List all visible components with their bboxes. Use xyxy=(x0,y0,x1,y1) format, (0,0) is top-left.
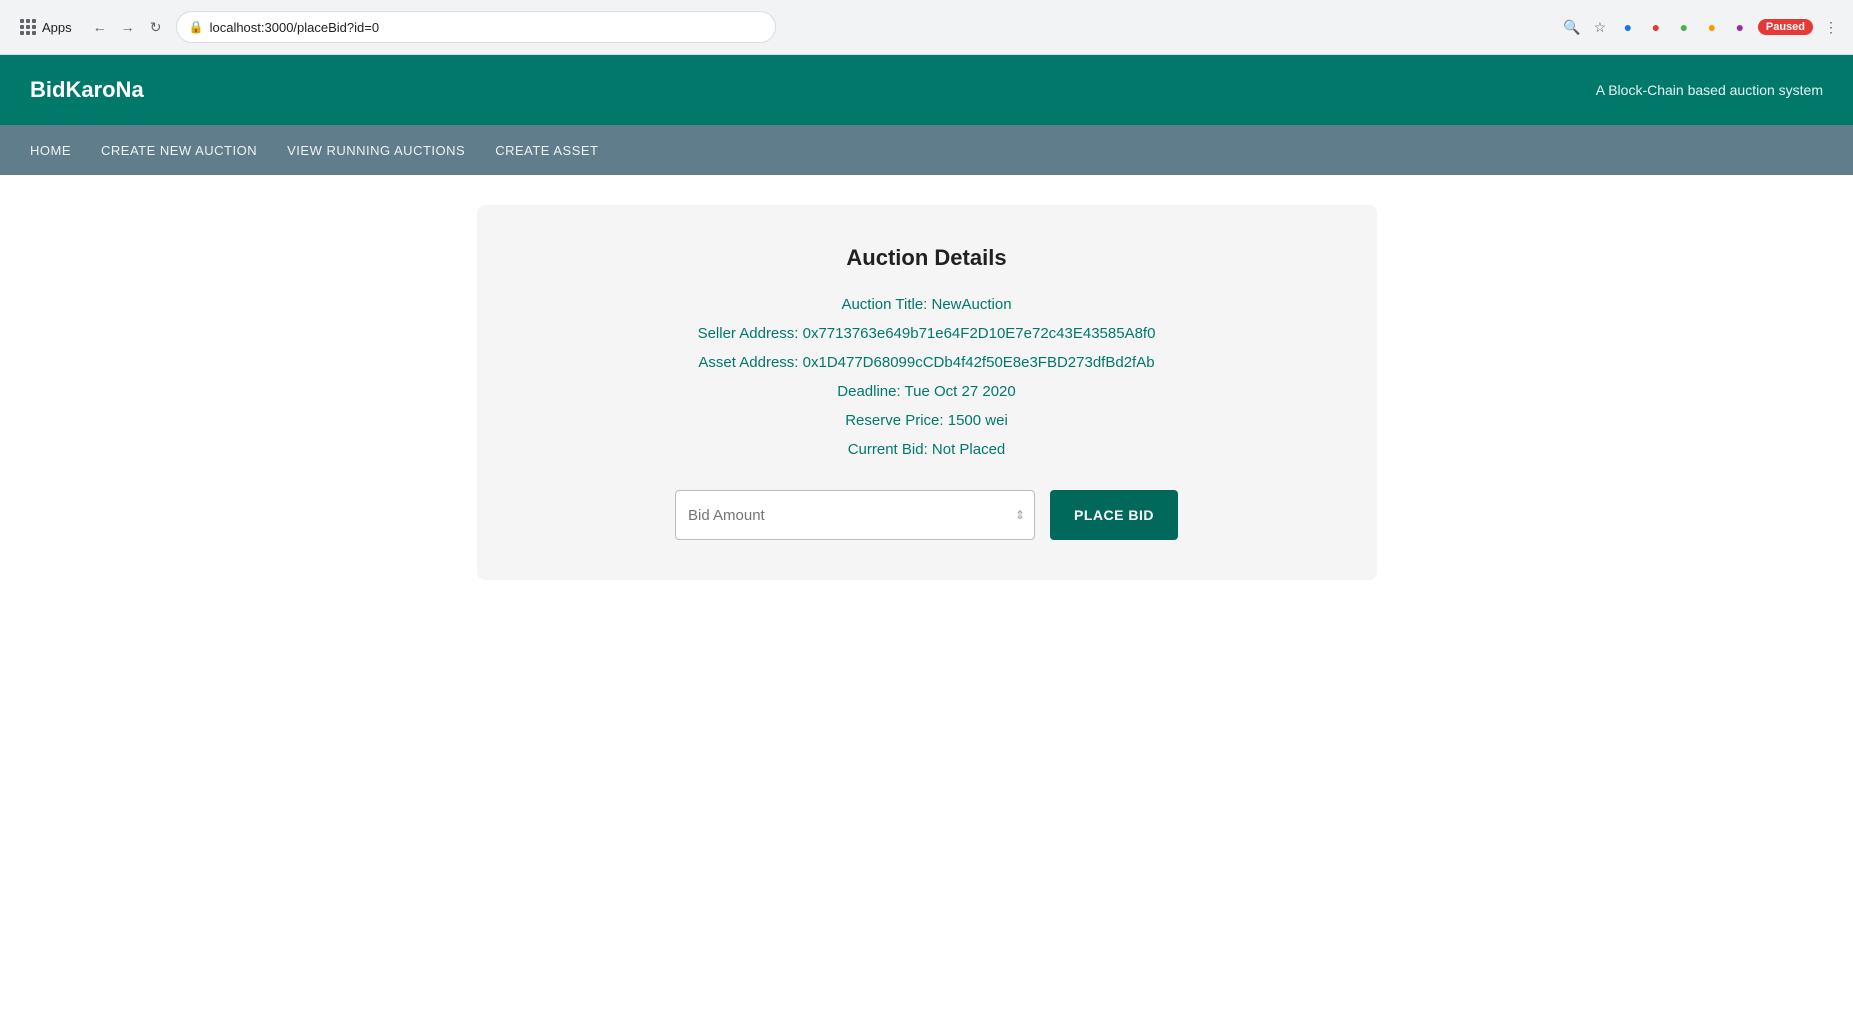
browser-actions: 🔍 ☆ ● ● ● ● ● Paused ⋮ xyxy=(1562,17,1841,37)
asset-address-row: Asset Address: 0x1D477D68099cCDb4f42f50E… xyxy=(698,354,1154,371)
reload-icon[interactable]: ↻ xyxy=(146,17,166,37)
bid-amount-input[interactable] xyxy=(675,490,1035,540)
back-icon[interactable]: ← xyxy=(90,17,110,37)
browser-chrome: Apps ← → ↻ 🔒 localhost:3000/placeBid?id=… xyxy=(0,0,1853,55)
app-title: BidKaroNa xyxy=(30,77,144,103)
lock-icon: 🔒 xyxy=(189,20,204,34)
nav-create-asset[interactable]: CREATE ASSET xyxy=(495,143,598,158)
auction-title-row: Auction Title: NewAuction xyxy=(841,296,1011,313)
place-bid-button[interactable]: PLACE BID xyxy=(1050,490,1178,540)
auction-card: Auction Details Auction Title: NewAuctio… xyxy=(477,205,1377,580)
star-icon[interactable]: ☆ xyxy=(1590,17,1610,37)
reserve-price-row: Reserve Price: 1500 wei xyxy=(845,412,1008,429)
current-bid-row: Current Bid: Not Placed xyxy=(848,441,1006,458)
browser-nav: ← → ↻ xyxy=(90,17,166,37)
app-subtitle: A Block-Chain based auction system xyxy=(1596,82,1823,98)
auction-details-title: Auction Details xyxy=(846,245,1006,271)
extension-icon-2[interactable]: ● xyxy=(1646,17,1666,37)
main-content: Auction Details Auction Title: NewAuctio… xyxy=(0,175,1853,610)
url-text: localhost:3000/placeBid?id=0 xyxy=(210,20,380,35)
nav-home[interactable]: HOME xyxy=(30,143,71,158)
address-bar[interactable]: 🔒 localhost:3000/placeBid?id=0 xyxy=(176,11,776,43)
search-icon[interactable]: 🔍 xyxy=(1562,17,1582,37)
apps-grid-icon xyxy=(20,19,36,35)
app-header: BidKaroNa A Block-Chain based auction sy… xyxy=(0,55,1853,125)
bid-form: PLACE BID xyxy=(675,490,1178,540)
nav-view-auctions[interactable]: VIEW RUNNING AUCTIONS xyxy=(287,143,465,158)
app-nav: HOME CREATE NEW AUCTION VIEW RUNNING AUC… xyxy=(0,125,1853,175)
apps-section[interactable]: Apps xyxy=(12,19,80,35)
extension-icon-3[interactable]: ● xyxy=(1674,17,1694,37)
nav-create-auction[interactable]: CREATE NEW AUCTION xyxy=(101,143,257,158)
extension-icon-4[interactable]: ● xyxy=(1702,17,1722,37)
seller-address-row: Seller Address: 0x7713763e649b71e64F2D10… xyxy=(698,325,1156,342)
apps-label: Apps xyxy=(42,20,72,35)
extension-icon-1[interactable]: ● xyxy=(1618,17,1638,37)
forward-icon[interactable]: → xyxy=(118,17,138,37)
bid-input-wrapper xyxy=(675,490,1035,540)
extension-icon-5[interactable]: ● xyxy=(1730,17,1750,37)
more-icon[interactable]: ⋮ xyxy=(1821,17,1841,37)
deadline-row: Deadline: Tue Oct 27 2020 xyxy=(837,383,1015,400)
paused-badge: Paused xyxy=(1758,19,1813,35)
